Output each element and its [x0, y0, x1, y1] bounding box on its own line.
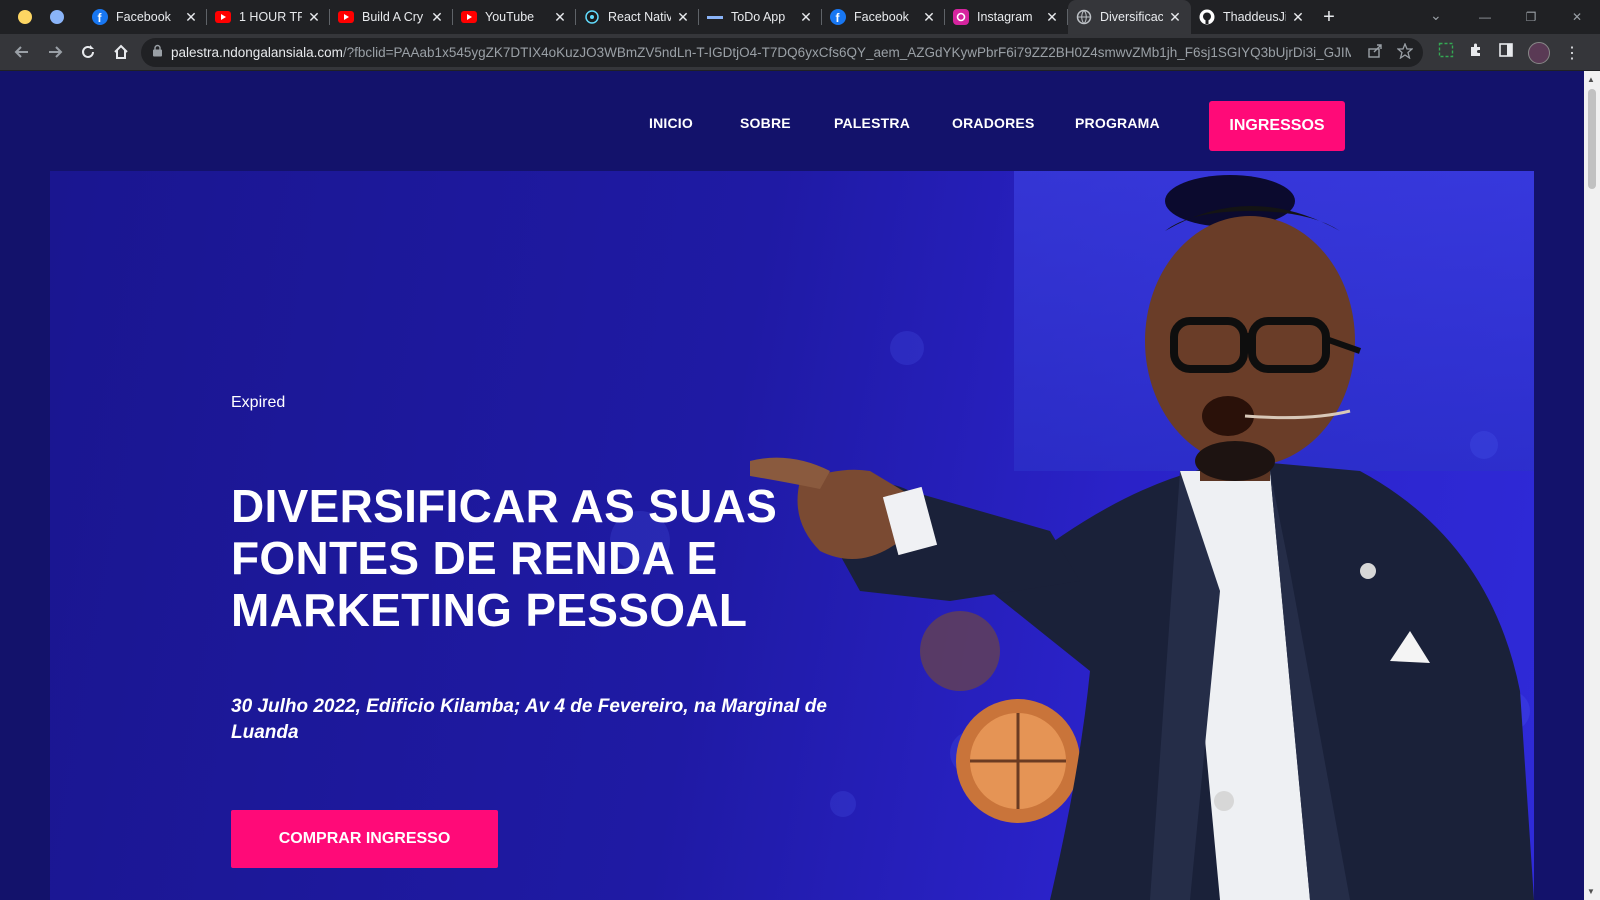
tab-title: Facebook — [854, 10, 909, 24]
browser-tab[interactable]: Instagram ✕ — [945, 0, 1068, 34]
extensions-puzzle-icon[interactable] — [1468, 42, 1484, 63]
browser-tab[interactable]: YouTube ✕ — [453, 0, 576, 34]
back-icon[interactable] — [6, 36, 38, 68]
close-tab-icon[interactable]: ✕ — [552, 9, 568, 26]
tab-title: 1 HOUR TR — [239, 10, 302, 24]
facebook-icon: f — [830, 9, 846, 25]
browser-tab[interactable]: ToDo App ✕ — [699, 0, 822, 34]
main-navigation: INICIO SOBRE PALESTRA ORADORES PROGRAMA … — [0, 101, 1584, 151]
close-tab-icon[interactable]: ✕ — [675, 9, 691, 26]
tab-group-dot[interactable] — [50, 10, 64, 24]
page-title: DIVERSIFICAR AS SUAS FONTES DE RENDA E M… — [231, 480, 778, 636]
close-tab-icon[interactable]: ✕ — [921, 9, 937, 26]
side-panel-icon[interactable] — [1498, 42, 1514, 63]
event-date-location: 30 Julho 2022, Edificio Kilamba; Av 4 de… — [231, 696, 827, 743]
speaker-photo — [750, 175, 1534, 900]
tab-title: YouTube — [485, 10, 535, 24]
ingressos-button[interactable]: INGRESSOS — [1209, 101, 1345, 151]
browser-tab-active[interactable]: Diversificac ✕ — [1068, 0, 1191, 34]
tab-search-chevron-icon[interactable]: ⌄ — [1430, 0, 1442, 34]
close-tab-icon[interactable]: ✕ — [1044, 9, 1060, 26]
lock-icon[interactable] — [152, 44, 163, 62]
url-host: palestra.ndongalansiala.com — [171, 45, 343, 60]
address-bar[interactable]: palestra.ndongalansiala.com/?fbclid=PAAa… — [141, 38, 1423, 67]
close-tab-icon[interactable]: ✕ — [1290, 9, 1306, 26]
todo-icon — [707, 9, 723, 25]
forward-icon[interactable] — [39, 36, 71, 68]
browser-tab[interactable]: f Facebook ✕ — [84, 0, 207, 34]
tab-title: Facebook — [116, 10, 171, 24]
tab-title: ToDo App — [731, 10, 786, 24]
globe-icon — [1076, 9, 1092, 25]
browser-tab[interactable]: React Nativ ✕ — [576, 0, 699, 34]
facebook-icon: f — [92, 9, 108, 25]
window-controls: — ❐ ✕ — [1462, 0, 1600, 34]
tab-title: Instagram — [977, 10, 1033, 24]
nav-link-sobre[interactable]: SOBRE — [740, 115, 791, 131]
youtube-icon — [215, 9, 231, 25]
close-tab-icon[interactable]: ✕ — [429, 9, 445, 26]
scroll-down-arrow-icon[interactable]: ▼ — [1587, 887, 1595, 896]
minimize-icon[interactable]: — — [1462, 10, 1508, 24]
web-page: INICIO SOBRE PALESTRA ORADORES PROGRAMA … — [0, 71, 1584, 900]
screenshot-extension-icon[interactable] — [1438, 42, 1454, 63]
youtube-icon — [461, 9, 477, 25]
scroll-up-arrow-icon[interactable]: ▲ — [1587, 75, 1595, 84]
close-tab-icon[interactable]: ✕ — [306, 9, 322, 26]
bookmark-star-icon[interactable] — [1396, 42, 1414, 64]
page-scrollbar[interactable]: ▲ ▼ — [1584, 71, 1600, 900]
url-query: /?fbclid=PAAab1x545ygZK7DTIX4oKuzJO3WBmZ… — [342, 45, 1351, 60]
tab-title: React Nativ — [608, 10, 671, 24]
nav-link-palestra[interactable]: PALESTRA — [834, 115, 910, 131]
scrollbar-thumb[interactable] — [1588, 89, 1596, 189]
close-tab-icon[interactable]: ✕ — [183, 9, 199, 26]
share-icon[interactable] — [1367, 43, 1383, 64]
browser-tab[interactable]: f Facebook ✕ — [822, 0, 945, 34]
hero-banner: Expired DIVERSIFICAR AS SUAS FONTES DE R… — [50, 171, 1534, 900]
nav-link-oradores[interactable]: ORADORES — [952, 115, 1035, 131]
url-text[interactable]: palestra.ndongalansiala.com/?fbclid=PAAa… — [171, 45, 1351, 60]
home-icon[interactable] — [105, 36, 137, 68]
nav-link-inicio[interactable]: INICIO — [649, 115, 693, 131]
nav-link-programa[interactable]: PROGRAMA — [1075, 115, 1160, 131]
close-tab-icon[interactable]: ✕ — [798, 9, 814, 26]
tab-title: Diversificac — [1100, 10, 1163, 24]
new-tab-button[interactable]: + — [1314, 6, 1344, 29]
browser-tab-bar: f Facebook ✕ 1 HOUR TR ✕ Build A Cry ✕ Y… — [0, 0, 1600, 34]
browser-tab[interactable]: 1 HOUR TR ✕ — [207, 0, 330, 34]
browser-tab[interactable]: ThaddeusJi ✕ — [1191, 0, 1314, 34]
react-icon — [584, 9, 600, 25]
event-status-label: Expired — [231, 394, 286, 411]
restore-icon[interactable]: ❐ — [1508, 10, 1554, 24]
close-tab-icon[interactable]: ✕ — [1167, 9, 1183, 26]
instagram-icon — [953, 9, 969, 25]
tab-title: ThaddeusJi — [1223, 10, 1286, 24]
tab-title: Build A Cry — [362, 10, 424, 24]
browser-menu-icon[interactable]: ⋮ — [1564, 43, 1580, 63]
tab-group-dot[interactable] — [18, 10, 32, 24]
browser-toolbar: palestra.ndongalansiala.com/?fbclid=PAAa… — [0, 34, 1600, 71]
browser-tab[interactable]: Build A Cry ✕ — [330, 0, 453, 34]
tab-group-indicators — [0, 10, 84, 24]
profile-avatar[interactable] — [1528, 41, 1550, 64]
reload-icon[interactable] — [72, 36, 104, 68]
github-icon — [1199, 9, 1215, 25]
comprar-ingresso-button[interactable]: COMPRAR INGRESSO — [231, 810, 498, 868]
youtube-icon — [338, 9, 354, 25]
close-window-icon[interactable]: ✕ — [1554, 10, 1600, 24]
